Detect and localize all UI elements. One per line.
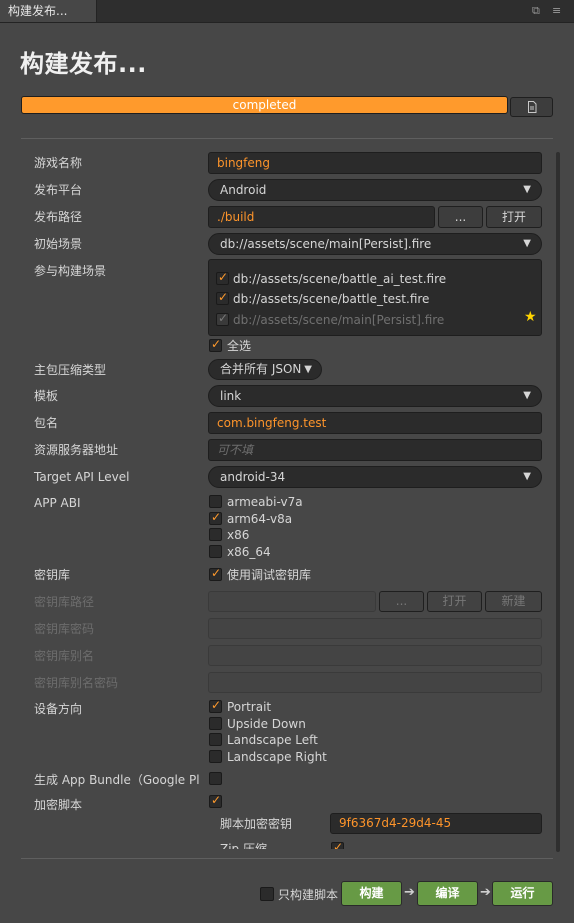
chevron-down-icon: ▼ [523, 390, 531, 401]
orientation-name: Portrait [227, 700, 272, 714]
scene-checkbox [216, 311, 229, 326]
server-label: 资源服务器地址 [34, 443, 119, 457]
tab-bar: 构建发布... ⧉ ≡ [0, 0, 574, 23]
scrollbar[interactable] [556, 152, 560, 852]
footer-divider [21, 858, 553, 859]
start-scene-star-icon: ★ [524, 309, 537, 325]
orientation-name: Landscape Right [227, 750, 327, 764]
abi-name: x86_64 [227, 545, 271, 559]
document-icon [527, 101, 536, 113]
abi-checkbox[interactable] [209, 528, 222, 541]
build-button[interactable]: 构建 [341, 881, 402, 906]
abi-checkbox[interactable] [209, 495, 222, 508]
scenes-label: 参与构建场景 [34, 264, 107, 278]
keystore-path-input [208, 591, 376, 612]
alias-label: 密钥库别名 [34, 649, 95, 663]
template-select[interactable]: link ▼ [208, 385, 542, 407]
orientation-checkbox[interactable] [209, 698, 222, 713]
tab-build-publish[interactable]: 构建发布... [0, 0, 97, 22]
api-level-select[interactable]: android-34 ▼ [208, 466, 542, 488]
arrow-right-icon: ➔ [480, 885, 491, 900]
debug-keystore-checkbox[interactable] [209, 566, 222, 581]
orientation-label: 设备方向 [34, 702, 83, 716]
start-scene-value: db://assets/scene/main[Persist].fire [220, 237, 432, 251]
scene-name: db://assets/scene/battle_ai_test.fire [233, 272, 447, 286]
compress-value: 合并所有 JSON [220, 362, 302, 376]
abi-name: x86 [227, 528, 250, 542]
app-bundle-checkbox[interactable] [209, 772, 222, 785]
debug-keystore-label: 使用调试密钥库 [227, 568, 312, 582]
orientation-checkbox[interactable] [209, 750, 222, 763]
zip-label: Zip 压缩 [220, 842, 267, 849]
scene-name: db://assets/scene/main[Persist].fire [233, 313, 445, 327]
template-label: 模板 [34, 389, 59, 403]
keystore-browse-button: ... [379, 591, 424, 612]
run-button[interactable]: 运行 [492, 881, 553, 906]
keystore-password-input [208, 618, 542, 639]
platform-select[interactable]: Android ▼ [208, 179, 542, 201]
alias-password-label: 密钥库别名密码 [34, 676, 119, 690]
compress-select[interactable]: 合并所有 JSON ▼ [208, 359, 322, 380]
zip-checkbox[interactable] [331, 840, 344, 849]
select-all-checkbox[interactable] [209, 337, 222, 352]
start-scene-select[interactable]: db://assets/scene/main[Persist].fire ▼ [208, 233, 542, 255]
build-progress-bar: completed [21, 96, 508, 114]
encrypt-key-input[interactable]: 9f6367d4-29d4-45 [330, 813, 542, 834]
abi-checkbox[interactable] [209, 545, 222, 558]
page-title: 构建发布... [20, 50, 147, 78]
keystore-password-label: 密钥库密码 [34, 622, 95, 636]
api-level-value: android-34 [220, 470, 286, 484]
compress-label: 主包压缩类型 [34, 363, 107, 377]
orientation-checkbox[interactable] [209, 717, 222, 730]
server-input[interactable]: 可不填 [208, 439, 542, 461]
browse-path-button[interactable]: ... [438, 206, 483, 228]
abi-label: APP ABI [34, 496, 81, 510]
game-name-input[interactable]: bingfeng [208, 152, 542, 174]
chevron-down-icon: ▼ [523, 238, 531, 249]
scene-checkbox[interactable] [216, 290, 229, 305]
start-scene-label: 初始场景 [34, 237, 83, 251]
abi-name: arm64-v8a [227, 512, 293, 526]
encrypt-checkbox[interactable] [209, 793, 222, 808]
only-script-checkbox[interactable] [260, 887, 274, 901]
keystore-new-button: 新建 [485, 591, 542, 612]
alias-password-input [208, 672, 542, 693]
keystore-open-button: 打开 [427, 591, 482, 612]
chevron-down-icon: ▼ [523, 184, 531, 195]
scene-name: db://assets/scene/battle_test.fire [233, 292, 430, 306]
game-name-label: 游戏名称 [34, 156, 83, 170]
build-path-input[interactable]: ./build [208, 206, 435, 228]
orientation-name: Landscape Left [227, 733, 318, 747]
orientation-checkbox[interactable] [209, 733, 222, 746]
only-script-label: 只构建脚本 [278, 888, 339, 902]
panel-menu-icon[interactable]: ≡ [552, 4, 561, 18]
select-all-label: 全选 [227, 339, 252, 353]
open-log-button[interactable] [510, 97, 553, 117]
api-level-label: Target API Level [34, 470, 130, 484]
zip-row-clip: Zip 压缩 [210, 836, 550, 849]
keystore-label: 密钥库 [34, 568, 71, 582]
chevron-down-icon: ▼ [304, 364, 312, 375]
encrypt-key-label: 脚本加密密钥 [220, 817, 293, 831]
open-path-button[interactable]: 打开 [486, 206, 542, 228]
template-value: link [220, 389, 242, 403]
abi-checkbox[interactable] [209, 510, 222, 525]
scene-checkbox[interactable] [216, 270, 229, 285]
keystore-path-label: 密钥库路径 [34, 595, 95, 609]
app-bundle-label: 生成 App Bundle（Google Pl... [34, 773, 199, 787]
arrow-right-icon: ➔ [404, 885, 415, 900]
platform-value: Android [220, 183, 267, 197]
package-input[interactable]: com.bingfeng.test [208, 412, 542, 434]
abi-name: armeabi-v7a [227, 495, 303, 509]
package-label: 包名 [34, 416, 59, 430]
platform-label: 发布平台 [34, 183, 83, 197]
encrypt-label: 加密脚本 [34, 798, 83, 812]
divider [21, 138, 553, 139]
orientation-name: Upside Down [227, 717, 306, 731]
alias-input [208, 645, 542, 666]
build-path-label: 发布路径 [34, 210, 83, 224]
compile-button[interactable]: 编译 [417, 881, 478, 906]
chevron-down-icon: ▼ [523, 471, 531, 482]
float-window-icon[interactable]: ⧉ [532, 4, 540, 18]
